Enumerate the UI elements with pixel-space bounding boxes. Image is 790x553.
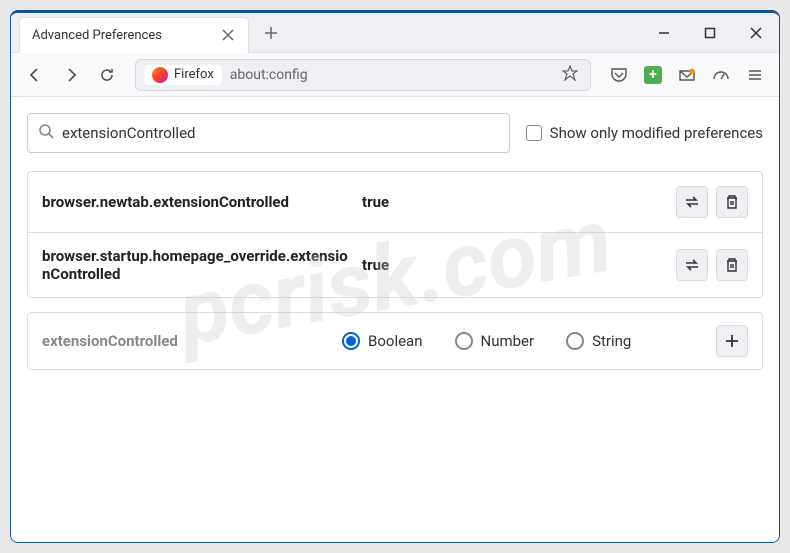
prefs-table: browser.newtab.extensionControlled true … [27,171,763,298]
close-window-button[interactable] [733,13,779,53]
radio-label: String [592,332,631,350]
bookmark-star-icon[interactable] [558,61,582,89]
radio-boolean[interactable]: Boolean [342,332,423,350]
mail-icon[interactable] [671,59,703,91]
tabs-strip: Advanced Preferences [11,13,641,53]
pref-actions [676,186,748,218]
pref-value: true [362,193,676,211]
window-frame: Advanced Preferences [10,10,780,543]
pref-row: browser.startup.homepage_override.extens… [28,233,762,297]
firefox-icon [152,67,168,83]
pref-value: true [362,256,676,274]
search-row: Show only modified preferences [27,113,763,153]
reload-button[interactable] [91,59,123,91]
pref-row: browser.newtab.extensionControlled true [28,172,762,233]
toggle-button[interactable] [676,249,708,281]
new-tab-button[interactable] [257,19,285,47]
add-pref-name: extensionControlled [42,332,342,350]
pocket-icon[interactable] [603,59,635,91]
close-tab-icon[interactable] [220,27,236,43]
pref-name: browser.newtab.extensionControlled [42,193,362,211]
identity-box[interactable]: Firefox [144,65,222,85]
content-area: Show only modified preferences browser.n… [11,97,779,542]
forward-button[interactable] [55,59,87,91]
toggle-button[interactable] [676,186,708,218]
extension-icon[interactable]: + [637,59,669,91]
radio-label: Number [481,332,535,350]
url-input[interactable] [230,67,558,83]
show-modified-checkbox-label[interactable]: Show only modified preferences [526,124,763,142]
delete-button[interactable] [716,186,748,218]
show-modified-checkbox[interactable] [526,125,542,141]
url-bar[interactable]: Firefox [135,59,591,91]
titlebar: Advanced Preferences [11,13,779,53]
active-tab[interactable]: Advanced Preferences [19,17,249,53]
window-controls [641,13,779,53]
maximize-button[interactable] [687,13,733,53]
toolbar-icons: + [603,59,771,91]
radio-number[interactable]: Number [455,332,535,350]
radio-icon [342,332,360,350]
delete-button[interactable] [716,249,748,281]
radio-icon [566,332,584,350]
add-button[interactable] [716,325,748,357]
checkbox-text: Show only modified preferences [550,124,763,142]
radio-label: Boolean [368,332,423,350]
search-input[interactable] [62,124,499,142]
nav-toolbar: Firefox + [11,53,779,97]
radio-icon [455,332,473,350]
add-pref-row: extensionControlled Boolean Number Strin… [27,312,763,370]
type-radio-group: Boolean Number String [342,332,716,350]
minimize-button[interactable] [641,13,687,53]
pref-actions [676,249,748,281]
pref-name: browser.startup.homepage_override.extens… [42,247,362,283]
radio-string[interactable]: String [566,332,631,350]
identity-label: Firefox [174,67,214,82]
dashboard-icon[interactable] [705,59,737,91]
search-box[interactable] [27,113,510,153]
search-icon [38,123,54,143]
back-button[interactable] [19,59,51,91]
tab-title: Advanced Preferences [32,28,220,43]
menu-icon[interactable] [739,59,771,91]
